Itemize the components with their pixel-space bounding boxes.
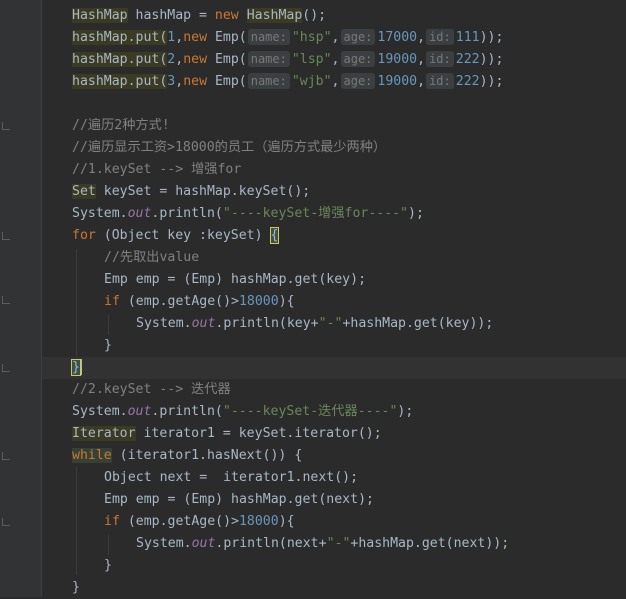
code-comment[interactable]: //2.keySet --> 迭代器 — [72, 379, 231, 401]
param-hint: id: — [426, 29, 454, 45]
gutter-divider — [41, 0, 42, 597]
code-line[interactable]: } — [71, 357, 82, 379]
fold-marker-icon[interactable] — [2, 364, 10, 372]
current-line-highlight — [42, 357, 626, 379]
code-line[interactable]: System.out.println("----keySet-迭代器----")… — [72, 401, 413, 423]
code-editor[interactable]: ; HashMap hashMap = new HashMap(); hashM… — [0, 0, 626, 597]
fold-marker-icon[interactable] — [2, 518, 10, 526]
param-hint: age: — [340, 29, 376, 45]
code-line[interactable]: Emp emp = (Emp) hashMap.get(next); — [104, 489, 374, 511]
code-line[interactable]: } — [104, 555, 112, 577]
param-hint: id: — [426, 51, 454, 67]
type-name: Iterator — [72, 426, 136, 441]
matched-brace: { — [269, 227, 280, 244]
code-line[interactable]: hashMap.put(3,new Emp(name: "wjb", age: 190… — [72, 71, 503, 93]
code-comment[interactable]: //遍历显示工资>18000的员工（遍历方式最少两种） — [72, 137, 386, 159]
code-comment[interactable]: //1.keySet --> 增强for — [72, 159, 241, 181]
code-line[interactable]: hashMap.put(1,new Emp(name: "hsp", age: 170… — [72, 27, 503, 49]
code-line[interactable]: if (emp.getAge()>18000){ — [104, 511, 295, 533]
type-name: HashMap — [72, 8, 128, 23]
code-line[interactable]: } — [72, 577, 80, 599]
indent-guide — [76, 467, 77, 575]
code-line[interactable]: hashMap.put(2,new Emp(name: "lsp", age: 190… — [72, 49, 503, 71]
param-hint: name: — [247, 51, 290, 67]
param-hint: age: — [340, 51, 376, 67]
param-hint: age: — [340, 73, 376, 89]
code-line[interactable]: while (iterator1.hasNext()) { — [72, 445, 302, 467]
code-line[interactable]: HashMap hashMap = new HashMap(); — [72, 5, 326, 27]
code-line[interactable]: Iterator iterator1 = keySet.iterator(); — [72, 423, 382, 445]
code-line[interactable]: } — [104, 335, 112, 357]
fold-marker-icon[interactable] — [2, 296, 10, 304]
fold-marker-icon[interactable] — [2, 452, 10, 460]
code-line[interactable]: Object next = iterator1.next(); — [104, 467, 358, 489]
indent-guide — [108, 535, 109, 555]
fold-marker-icon[interactable] — [2, 232, 10, 240]
code-comment[interactable]: //先取出value — [104, 247, 199, 269]
code-line[interactable]: System.out.println(key+"-"+hashMap.get(k… — [136, 313, 493, 335]
indent-guide — [108, 315, 109, 335]
code-line[interactable]: System.out.println("----keySet-增强for----… — [72, 203, 424, 225]
code-line[interactable]: if (emp.getAge()>18000){ — [104, 291, 295, 313]
indent-guide — [76, 249, 77, 357]
fold-marker-icon[interactable] — [2, 122, 10, 130]
type-name: HashMap — [246, 8, 303, 23]
code-line[interactable]: Set keySet = hashMap.keySet(); — [72, 181, 310, 203]
code-line[interactable]: System.out.println(next+"-"+hashMap.get(… — [136, 533, 509, 555]
code-comment[interactable]: //遍历2种方式! — [72, 115, 170, 137]
code-line[interactable]: Emp emp = (Emp) hashMap.get(key); — [104, 269, 366, 291]
code-line[interactable]: for (Object key :keySet) { — [72, 225, 280, 247]
text-caret — [79, 359, 82, 375]
type-name: Set — [72, 184, 96, 199]
matched-brace: } — [71, 359, 81, 376]
param-hint: name: — [247, 29, 290, 45]
param-hint: name: — [247, 73, 290, 89]
param-hint: id: — [426, 73, 454, 89]
